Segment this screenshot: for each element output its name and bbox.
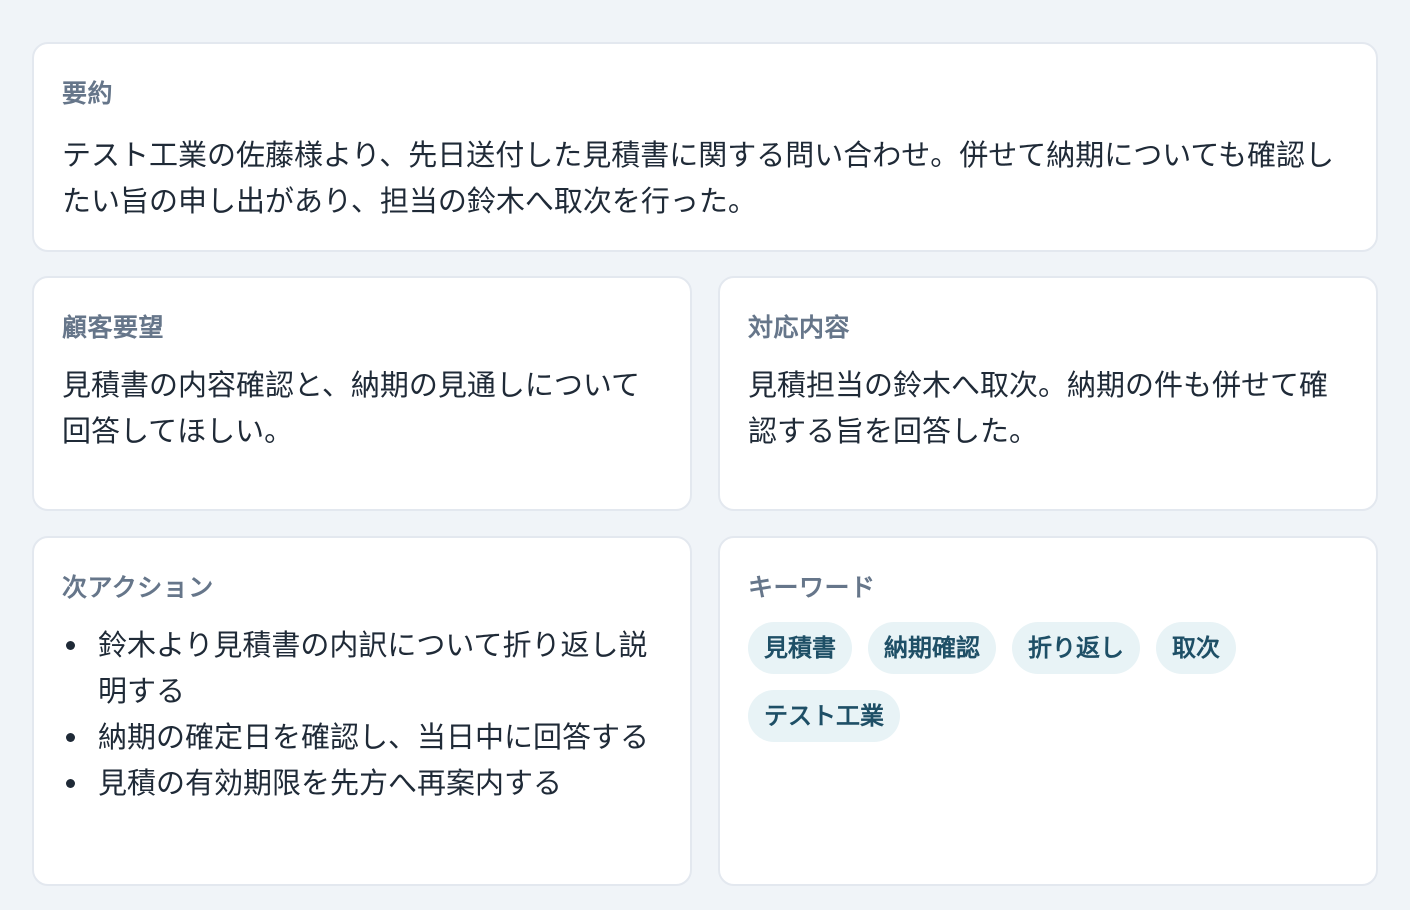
customer-request-text: 見積書の内容確認と、納期の見通しについて回答してほしい。 [62, 368, 640, 448]
response-title: 対応内容 [748, 313, 851, 342]
bullet-icon [66, 733, 75, 742]
action-item-text: 納期の確定日を確認し、当日中に回答する [98, 720, 650, 754]
keyword-chip[interactable]: 取次 [1156, 622, 1236, 674]
action-item-text: 鈴木より見積書の内訳について折り返し説明する [98, 628, 648, 708]
list-item: 見積の有効期限を先方へ再案内する [62, 760, 666, 806]
bullet-icon [66, 779, 75, 788]
summary-text: テスト工業の佐藤様より、先日送付した見積書に関する問い合わせ。併せて納期について… [62, 138, 1334, 218]
summary-card: 要約 テスト工業の佐藤様より、先日送付した見積書に関する問い合わせ。併せて納期に… [32, 42, 1378, 252]
keyword-chip[interactable]: 折り返し [1012, 622, 1140, 674]
response-card: 対応内容 見積担当の鈴木へ取次。納期の件も併せて確認する旨を回答した。 [718, 276, 1378, 511]
keywords-title: キーワード [748, 573, 876, 602]
keyword-chip[interactable]: テスト工業 [748, 690, 900, 742]
summary-title: 要約 [62, 79, 114, 108]
action-item-text: 見積の有効期限を先方へ再案内する [98, 766, 563, 800]
bullet-icon [66, 641, 75, 650]
keywords-card: キーワード 見積書 納期確認 折り返し 取次 テスト工業 [718, 536, 1378, 886]
keyword-chip[interactable]: 納期確認 [868, 622, 996, 674]
response-text: 見積担当の鈴木へ取次。納期の件も併せて確認する旨を回答した。 [748, 368, 1329, 448]
next-actions-title: 次アクション [62, 573, 214, 602]
next-actions-card: 次アクション 鈴木より見積書の内訳について折り返し説明する 納期の確定日を確認し… [32, 536, 692, 886]
list-item: 鈴木より見積書の内訳について折り返し説明する [62, 622, 666, 714]
next-actions-list: 鈴木より見積書の内訳について折り返し説明する 納期の確定日を確認し、当日中に回答… [62, 622, 666, 806]
keyword-chips: 見積書 納期確認 折り返し 取次 テスト工業 [748, 622, 1352, 742]
customer-request-title: 顧客要望 [62, 313, 165, 342]
customer-request-card: 顧客要望 見積書の内容確認と、納期の見通しについて回答してほしい。 [32, 276, 692, 511]
keyword-chip[interactable]: 見積書 [748, 622, 852, 674]
list-item: 納期の確定日を確認し、当日中に回答する [62, 714, 666, 760]
